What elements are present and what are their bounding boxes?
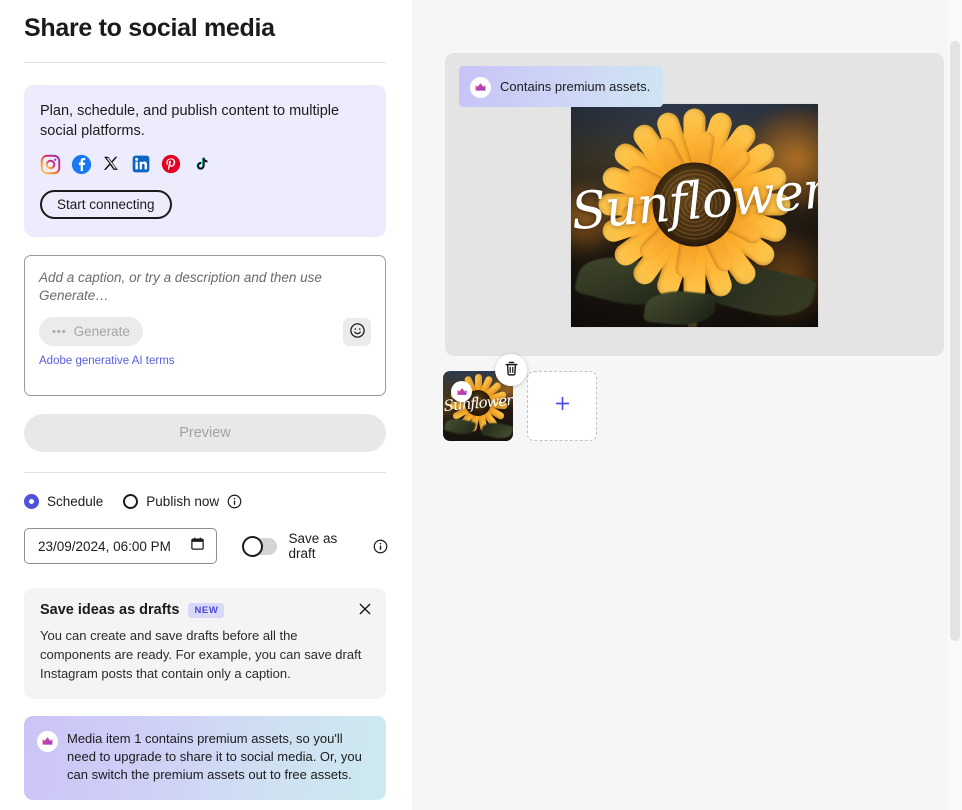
title-divider — [24, 62, 386, 63]
publish-mode-radio-group: Schedule Publish now — [24, 490, 388, 512]
media-thumbnail-1[interactable]: Sunflower — [443, 371, 513, 441]
pinterest-icon[interactable] — [161, 154, 181, 174]
smiley-icon — [349, 322, 366, 342]
connect-accounts-promo-card: Plan, schedule, and publish content to m… — [24, 85, 386, 237]
media-preview-panel: Contains premium assets. — [412, 0, 962, 810]
toggle-knob — [242, 536, 263, 557]
save-ideas-as-drafts-card: Save ideas as drafts NEW You can create … — [24, 588, 386, 699]
new-badge: NEW — [188, 603, 224, 618]
drafts-card-body: You can create and save drafts before al… — [40, 626, 366, 683]
instagram-icon[interactable] — [40, 154, 61, 175]
premium-warning-text: Media item 1 contains premium assets, so… — [67, 730, 372, 786]
schedule-datetime-value: 23/09/2024, 06:00 PM — [38, 539, 171, 554]
linkedin-icon[interactable] — [131, 154, 151, 174]
start-connecting-button[interactable]: Start connecting — [40, 190, 172, 219]
sunflower-photo: Sunflower — [571, 104, 818, 327]
caption-input[interactable]: Add a caption, or try a description and … — [39, 269, 371, 309]
media-canvas-card: Contains premium assets. — [445, 53, 944, 356]
promo-description: Plan, schedule, and publish content to m… — [40, 101, 360, 141]
schedule-controls-row: 23/09/2024, 06:00 PM Save as draft — [24, 528, 388, 564]
radio-schedule-label: Schedule — [47, 494, 103, 509]
trash-icon — [503, 360, 520, 380]
left-settings-panel: Share to social media Plan, schedule, an… — [0, 0, 412, 810]
premium-badge-label: Contains premium assets. — [500, 79, 650, 94]
publish-now-info-icon[interactable] — [227, 494, 242, 509]
crown-icon — [451, 381, 472, 402]
close-icon[interactable] — [357, 601, 373, 617]
save-as-draft-control: Save as draft — [243, 531, 389, 561]
schedule-datetime-input[interactable]: 23/09/2024, 06:00 PM — [24, 528, 217, 564]
photo-vignette — [571, 104, 818, 327]
delete-media-button[interactable] — [495, 354, 527, 386]
emoji-picker-button[interactable] — [343, 318, 371, 346]
drafts-card-header: Save ideas as drafts NEW — [40, 602, 370, 618]
publishing-divider — [24, 472, 386, 473]
adobe-generative-ai-terms-link[interactable]: Adobe generative AI terms — [39, 355, 175, 367]
premium-assets-warning-banner: Media item 1 contains premium assets, so… — [24, 716, 386, 800]
drafts-card-title: Save ideas as drafts — [40, 602, 179, 618]
generate-caption-button[interactable]: ••• Generate — [39, 317, 143, 346]
save-as-draft-toggle[interactable] — [243, 538, 277, 555]
calendar-icon[interactable] — [190, 536, 205, 556]
sparkle-dots-icon: ••• — [52, 326, 67, 338]
share-to-social-media-screen: Share to social media Plan, schedule, an… — [0, 0, 962, 810]
radio-schedule[interactable] — [24, 494, 39, 509]
radio-publish-now-label: Publish now — [146, 494, 219, 509]
page-scrollbar-track[interactable] — [948, 0, 962, 810]
page-scrollbar-thumb[interactable] — [950, 41, 960, 641]
contains-premium-assets-badge: Contains premium assets. — [459, 66, 663, 107]
crown-icon — [470, 77, 491, 98]
preview-button[interactable]: Preview — [24, 414, 386, 452]
save-as-draft-label: Save as draft — [289, 531, 366, 561]
add-media-button[interactable] — [527, 371, 597, 441]
crown-icon — [37, 731, 58, 752]
plus-icon — [553, 394, 572, 418]
x-twitter-icon[interactable] — [102, 155, 121, 174]
media-item-preview[interactable]: Sunflower — [571, 104, 818, 327]
save-as-draft-info-icon[interactable] — [373, 539, 388, 554]
radio-publish-now[interactable] — [123, 494, 138, 509]
facebook-icon[interactable] — [71, 154, 92, 175]
media-thumbnail-strip: Sunflower — [443, 371, 597, 441]
tiktok-icon[interactable] — [191, 155, 210, 174]
caption-toolbar: ••• Generate — [39, 317, 371, 346]
caption-input-container[interactable]: Add a caption, or try a description and … — [24, 255, 386, 396]
social-platform-icon-row — [40, 153, 370, 175]
page-title: Share to social media — [24, 12, 388, 44]
generate-button-label: Generate — [74, 324, 130, 339]
